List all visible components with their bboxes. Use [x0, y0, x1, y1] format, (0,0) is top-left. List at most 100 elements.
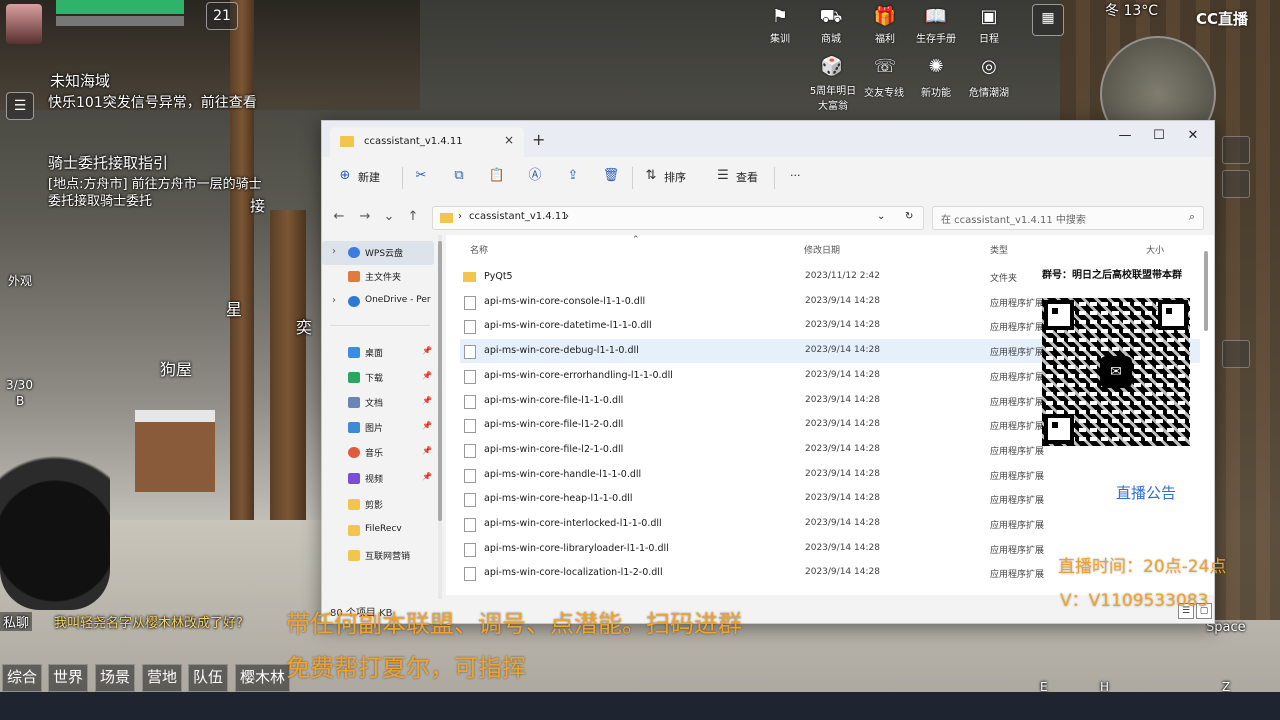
- game-doghouse: [135, 410, 215, 492]
- chat-private[interactable]: 私聊: [0, 612, 33, 631]
- new-button[interactable]: 新建: [358, 169, 380, 185]
- nav-item-marketing[interactable]: 互联网营销: [322, 544, 434, 568]
- file-row[interactable]: api-ms-win-core-interlocked-l1-1-0.dll 20…: [460, 512, 1200, 536]
- quest-list-icon[interactable]: ☰: [6, 92, 34, 120]
- friend-icon[interactable]: ☏: [870, 56, 900, 82]
- search-input[interactable]: 在 ccassistant_v1.4.11 中搜索: [941, 211, 1086, 226]
- quest2-accept[interactable]: 接: [250, 195, 265, 216]
- file-row[interactable]: api-ms-win-core-handle-l1-1-0.dll 2023/9/…: [460, 463, 1200, 487]
- file-type: 应用程序扩展: [990, 446, 1045, 457]
- file-type: 应用程序扩展: [990, 570, 1045, 581]
- shop-icon[interactable]: ⛟: [816, 6, 846, 32]
- wechat-icon: ✉: [1100, 356, 1132, 388]
- file-row[interactable]: api-ms-win-core-heap-l1-1-0.dll 2023/9/14…: [460, 487, 1200, 511]
- video-icon: [348, 473, 360, 484]
- maximize-button[interactable]: ☐: [1144, 125, 1174, 147]
- file-name: api-ms-win-core-heap-l1-1-0.dll: [484, 493, 633, 505]
- paste-icon[interactable]: 📋: [488, 167, 506, 185]
- quest2-desc[interactable]: [地点:方舟市] 前往方舟市一层的骑士委托接取骑士委托: [48, 176, 268, 210]
- side-icon[interactable]: [1222, 170, 1250, 198]
- welfare-icon[interactable]: 🎁: [870, 6, 900, 32]
- chat-tab-world[interactable]: 世界: [48, 664, 89, 692]
- manual-icon[interactable]: 📖: [921, 6, 951, 32]
- dll-file-icon: [464, 394, 476, 409]
- new-tab-button[interactable]: +: [532, 130, 545, 149]
- training-icon[interactable]: ⚑: [765, 6, 795, 32]
- folder-icon: [348, 550, 360, 561]
- side-icon[interactable]: [1222, 136, 1250, 164]
- view-icon[interactable]: ☰: [714, 167, 732, 185]
- view-button[interactable]: 查看: [736, 169, 758, 185]
- up-arrow-icon[interactable]: ↑: [404, 209, 422, 224]
- column-header-type[interactable]: 类型: [990, 243, 1008, 256]
- column-header-name[interactable]: 名称: [470, 243, 488, 256]
- nav-item-downloads[interactable]: 下载 📌: [322, 366, 434, 390]
- chat-tab-scene[interactable]: 场景: [95, 664, 136, 692]
- nav-item-filerecv[interactable]: FileRecv: [322, 519, 434, 543]
- game-pillar: [270, 210, 306, 530]
- nav-item-home[interactable]: 主文件夹: [322, 265, 434, 289]
- address-bar[interactable]: › ccassistant_v1.4.11 › ⌄ ↻: [432, 206, 924, 230]
- tab-close-icon[interactable]: ×: [504, 133, 514, 147]
- chat-tab-camp[interactable]: 营地: [142, 664, 183, 692]
- tab-ccassistant[interactable]: ccassistant_v1.4.11 ×: [330, 127, 524, 157]
- file-date: 2023/9/14 14:28: [805, 493, 880, 504]
- search-box[interactable]: 在 ccassistant_v1.4.11 中搜索 ⌕: [932, 206, 1204, 230]
- sort-button[interactable]: 排序: [664, 169, 686, 185]
- cut-icon[interactable]: ✂: [412, 167, 430, 185]
- column-header-date[interactable]: 修改日期: [804, 243, 840, 256]
- chat-tab-general[interactable]: 综合: [2, 664, 43, 692]
- quest1-title[interactable]: 未知海域: [50, 70, 110, 91]
- file-date: 2023/9/14 14:28: [805, 542, 880, 553]
- event-icon[interactable]: ◎: [974, 56, 1004, 82]
- list-scrollbar[interactable]: [1204, 251, 1208, 331]
- search-icon[interactable]: ⌕: [1189, 210, 1195, 224]
- minimize-button[interactable]: —: [1110, 125, 1140, 147]
- chat-tab-team[interactable]: 队伍: [188, 664, 229, 692]
- new-plus-icon[interactable]: ⊕: [336, 167, 354, 185]
- chat-tab-sakura[interactable]: 樱木林: [235, 664, 291, 692]
- nav-item-pictures[interactable]: 图片 📌: [322, 416, 434, 440]
- side-icon[interactable]: [1222, 340, 1250, 368]
- recent-chevron-icon[interactable]: ⌄: [380, 209, 398, 224]
- grid-menu-icon[interactable]: ▦: [1032, 4, 1064, 36]
- chevron-right-icon[interactable]: ›: [332, 295, 336, 306]
- delete-icon[interactable]: 🗑: [602, 167, 620, 185]
- sort-icon[interactable]: ⇅: [642, 167, 660, 185]
- forward-arrow-icon[interactable]: →: [356, 209, 374, 224]
- back-arrow-icon[interactable]: ←: [330, 209, 348, 224]
- nav-scrollbar[interactable]: [438, 235, 442, 623]
- quest1-desc[interactable]: 快乐101突发信号异常，前往查看: [48, 94, 278, 112]
- nav-item-music[interactable]: 音乐 📌: [322, 441, 434, 465]
- scrollbar-thumb[interactable]: [438, 241, 442, 521]
- breadcrumb[interactable]: ccassistant_v1.4.11: [469, 211, 568, 222]
- refresh-icon[interactable]: ↻: [905, 211, 913, 222]
- share-icon[interactable]: ⇪: [564, 167, 582, 185]
- chat-message: 我叫轻尧名字从樱木林改成了好?: [54, 616, 243, 631]
- schedule-icon[interactable]: ▣: [974, 6, 1004, 32]
- chevron-right-icon[interactable]: ›: [332, 246, 336, 257]
- more-button[interactable]: ···: [790, 169, 801, 182]
- nav-item-documents[interactable]: 文档 📌: [322, 391, 434, 415]
- column-header-size[interactable]: 大小: [1146, 243, 1164, 256]
- new-feature-icon[interactable]: ✺: [921, 56, 951, 82]
- rename-icon[interactable]: Ⓐ: [526, 167, 544, 185]
- player-avatar[interactable]: [6, 4, 42, 44]
- nav-item-desktop[interactable]: 桌面 📌: [322, 341, 434, 365]
- address-dropdown-icon[interactable]: ⌄: [877, 211, 885, 222]
- address-row: ← → ⌄ ↑ › ccassistant_v1.4.11 › ⌄ ↻ 在 cc…: [322, 201, 1214, 235]
- qr-code[interactable]: ✉: [1042, 298, 1190, 446]
- nav-item-jianying[interactable]: 剪影: [322, 493, 434, 517]
- nav-item-wps[interactable]: › WPS云盘: [322, 241, 434, 265]
- quest2-title[interactable]: 骑士委托接取指引: [48, 152, 168, 173]
- folder-icon: [348, 499, 360, 510]
- nav-item-onedrive[interactable]: › OneDrive - Per: [322, 290, 434, 314]
- folder-icon: [348, 525, 360, 536]
- close-button[interactable]: ✕: [1178, 125, 1208, 147]
- anniversary-icon[interactable]: 🎲: [817, 56, 847, 82]
- promo-line-2: 免费帮打夏尔，可指挥: [286, 654, 526, 682]
- pin-icon: 📌: [422, 421, 432, 430]
- copy-icon[interactable]: ⧉: [450, 167, 468, 185]
- nav-item-videos[interactable]: 视频 📌: [322, 467, 434, 491]
- top-label: 集训: [770, 34, 790, 45]
